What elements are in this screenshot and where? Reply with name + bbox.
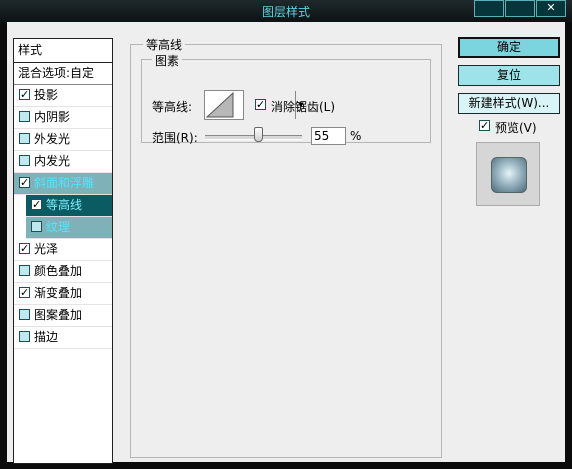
- sidebar-item-label: 渐变叠加: [34, 286, 83, 300]
- sidebar-item-label: 外发光: [34, 132, 71, 146]
- sidebar-item-inner-shadow[interactable]: 内阴影: [14, 107, 112, 129]
- sidebar-item-label: 等高线: [46, 198, 83, 212]
- range-label: 范围(R):: [152, 131, 198, 145]
- sidebar-item-label: 投影: [34, 88, 59, 102]
- sidebar-item-inner-glow[interactable]: 内发光: [14, 151, 112, 173]
- style-preview: [476, 142, 540, 206]
- title-bar[interactable]: 图层样式 ✕: [0, 0, 572, 22]
- sidebar-item-color-overlay[interactable]: 颜色叠加: [14, 261, 112, 283]
- contour-label: 等高线:: [152, 100, 193, 114]
- sidebar-item-satin[interactable]: ✓ 光泽: [14, 239, 112, 261]
- sidebar-item-label: 混合选项:自定: [18, 66, 95, 80]
- sidebar-item-label: 光泽: [34, 242, 59, 256]
- contour-group-title: 等高线: [143, 36, 186, 53]
- sidebar-item-drop-shadow[interactable]: ✓ 投影: [14, 85, 112, 107]
- checkbox-texture[interactable]: [31, 221, 42, 232]
- contour-curve-icon: [205, 91, 234, 118]
- checkbox-gradient-overlay[interactable]: ✓: [19, 287, 30, 298]
- sidebar-item-texture[interactable]: 纹理: [26, 217, 112, 239]
- reset-button[interactable]: 复位: [458, 65, 560, 86]
- close-icon: ✕: [546, 1, 556, 14]
- antialias-label: 消除锯齿(L): [271, 100, 336, 114]
- ok-button[interactable]: 确定: [458, 37, 560, 58]
- preview-label: 预览(V): [495, 121, 537, 135]
- sidebar-item-label: 内阴影: [34, 110, 71, 124]
- sidebar-item-contour[interactable]: ✓ 等高线: [26, 195, 112, 217]
- preview-checkbox[interactable]: ✓: [479, 120, 490, 131]
- checkbox-color-overlay[interactable]: [19, 265, 30, 276]
- checkbox-inner-glow[interactable]: [19, 155, 30, 166]
- contour-group: 等高线 图素 等高线: ▼ ✓ 消除锯齿(L) 范围(R): 55 %: [130, 36, 442, 458]
- elements-group-title: 图素: [152, 52, 183, 69]
- sidebar-item-label: 描边: [34, 330, 59, 344]
- sidebar-item-outer-glow[interactable]: 外发光: [14, 129, 112, 151]
- range-input[interactable]: 55: [311, 127, 346, 145]
- preview-swatch-icon: [491, 157, 527, 193]
- layer-style-dialog: 图层样式 ✕ 样式 混合选项:自定 ✓ 投影 内阴影 外发光 内发光 ✓ 斜面和…: [0, 0, 572, 469]
- checkbox-outer-glow[interactable]: [19, 133, 30, 144]
- checkbox-inner-shadow[interactable]: [19, 111, 30, 122]
- styles-header: 样式: [14, 39, 112, 63]
- sidebar-item-label: 图案叠加: [34, 308, 83, 322]
- checkbox-pattern-overlay[interactable]: [19, 309, 30, 320]
- antialias-checkbox[interactable]: ✓: [255, 99, 266, 110]
- sidebar-item-label: 纹理: [46, 220, 71, 234]
- new-style-button[interactable]: 新建样式(W)...: [458, 93, 560, 114]
- sidebar-item-label: 内发光: [34, 154, 71, 168]
- elements-group: 图素 等高线: ▼ ✓ 消除锯齿(L) 范围(R): 55 %: [141, 52, 431, 145]
- checkbox-bevel-emboss[interactable]: ✓: [19, 177, 30, 188]
- styles-list: 样式 混合选项:自定 ✓ 投影 内阴影 外发光 内发光 ✓ 斜面和浮雕 ✓ 等高…: [13, 38, 113, 464]
- minimize-button[interactable]: [474, 0, 504, 17]
- sidebar-item-stroke[interactable]: 描边: [14, 327, 112, 349]
- sidebar-item-gradient-overlay[interactable]: ✓ 渐变叠加: [14, 283, 112, 305]
- checkbox-satin[interactable]: ✓: [19, 243, 30, 254]
- sidebar-item-pattern-overlay[interactable]: 图案叠加: [14, 305, 112, 327]
- sidebar-item-label: 斜面和浮雕: [34, 176, 95, 190]
- contour-picker[interactable]: ▼: [204, 90, 304, 120]
- sidebar-item-label: 颜色叠加: [34, 264, 83, 278]
- dialog-body: 样式 混合选项:自定 ✓ 投影 内阴影 外发光 内发光 ✓ 斜面和浮雕 ✓ 等高…: [7, 22, 565, 464]
- sidebar-item-bevel-emboss[interactable]: ✓ 斜面和浮雕: [14, 173, 112, 195]
- range-unit: %: [350, 129, 362, 143]
- checkbox-stroke[interactable]: [19, 331, 30, 342]
- range-slider-thumb[interactable]: [254, 127, 263, 142]
- maximize-button[interactable]: [505, 0, 535, 17]
- sidebar-item-blending-options[interactable]: 混合选项:自定: [14, 63, 112, 85]
- checkbox-drop-shadow[interactable]: ✓: [19, 89, 30, 100]
- close-button[interactable]: ✕: [536, 0, 566, 17]
- checkbox-contour[interactable]: ✓: [31, 199, 42, 210]
